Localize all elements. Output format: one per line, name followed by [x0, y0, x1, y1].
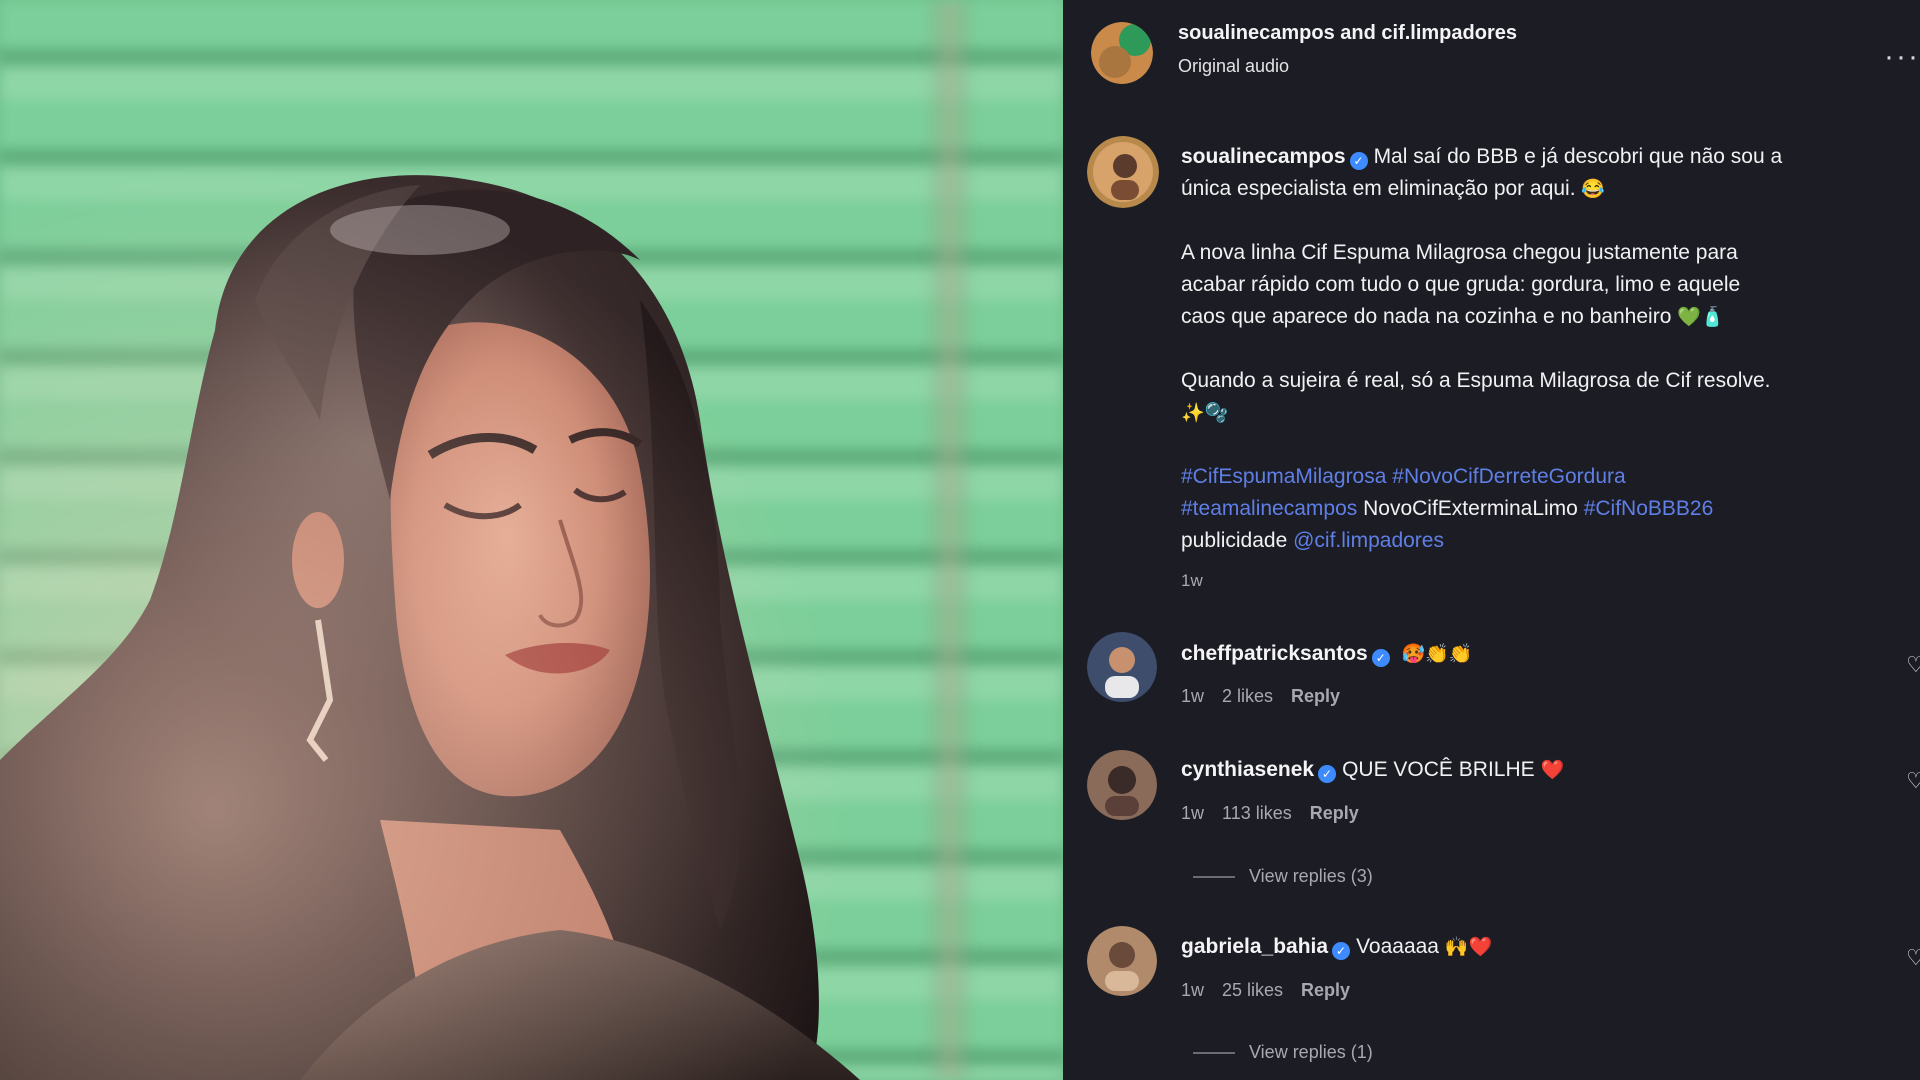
- reel-video[interactable]: [0, 0, 1063, 1080]
- avatar[interactable]: [1087, 632, 1157, 702]
- caption-para2-line-2: acabar rápido com tudo o que gruda: gord…: [1181, 273, 1741, 296]
- heart-outline-icon[interactable]: ♡: [1906, 768, 1920, 793]
- caption-para3-line-1: Quando a sujeira é real, só a Espuma Mil…: [1181, 369, 1771, 392]
- woman-portrait: [0, 0, 1063, 1080]
- comment-emoji: 🙌❤️: [1444, 937, 1493, 958]
- comment-3-meta: 1w 25 likes Reply: [1181, 980, 1350, 1001]
- collab-avatar[interactable]: [1091, 22, 1153, 84]
- caption-para2-line-1: A nova linha Cif Espuma Milagrosa chegou…: [1181, 241, 1738, 264]
- comment-1-body: cheffpatricksantos ✓ 🥵👏👏: [1181, 638, 1473, 671]
- comment-time: 1w: [1181, 803, 1205, 823]
- caption-line-1: soualinecampos ✓ Mal saí do BBB e já desco…: [1181, 141, 1782, 173]
- caption-para2-line-3: caos que aparece do nada na cozinha e no…: [1181, 301, 1725, 334]
- avatar[interactable]: [1087, 136, 1159, 208]
- comment-emoji: 🥵👏👏: [1401, 644, 1473, 665]
- comment-time: 1w: [1181, 980, 1205, 1000]
- heart-outline-icon[interactable]: ♡: [1906, 945, 1920, 970]
- caption-timestamp: 1w: [1181, 571, 1203, 590]
- comment-2-meta: 1w 113 likes Reply: [1181, 803, 1359, 824]
- reply-button[interactable]: Reply: [1291, 686, 1340, 707]
- comment-username[interactable]: cynthiasenek: [1181, 758, 1314, 781]
- laughing-emoji: 😂: [1581, 179, 1606, 200]
- caption-text-2: única especialista em eliminação por aqu…: [1181, 177, 1576, 200]
- caption-username[interactable]: soualinecampos: [1181, 145, 1346, 168]
- view-replies-label[interactable]: View replies (1): [1249, 1042, 1373, 1063]
- verified-badge-icon: ✓: [1332, 942, 1351, 960]
- mention-link[interactable]: @cif.limpadores: [1293, 529, 1444, 552]
- comments-panel: soualinecampos and cif.limpadores Origin…: [1063, 0, 1920, 1080]
- more-horizontal-icon[interactable]: ···: [1884, 40, 1920, 74]
- publicidade-label: publicidade: [1181, 529, 1288, 552]
- comment-1-meta: 1w 2 likes Reply: [1181, 686, 1340, 707]
- caption-para3-line-2: ✨🫧: [1181, 397, 1228, 430]
- view-replies-label[interactable]: View replies (3): [1249, 866, 1373, 887]
- sparkle-bubbles-emoji: ✨🫧: [1181, 403, 1229, 424]
- hashtag-link[interactable]: #CifNoBBB26: [1584, 497, 1714, 520]
- comment-likes[interactable]: 113 likes: [1222, 803, 1292, 824]
- heart-bottle-emoji: 💚🧴: [1677, 307, 1725, 328]
- hashtag-link[interactable]: #CifEspumaMilagrosa: [1181, 465, 1386, 488]
- reel-view: soualinecampos and cif.limpadores Origin…: [0, 0, 1920, 1080]
- avatar[interactable]: [1087, 750, 1157, 820]
- reply-button[interactable]: Reply: [1301, 980, 1350, 1001]
- view-replies-button[interactable]: View replies (3): [1193, 866, 1373, 887]
- comment-text: QUE VOCÊ BRILHE: [1342, 758, 1535, 781]
- comment-2-body: cynthiasenek ✓ QUE VOCÊ BRILHE ❤️: [1181, 754, 1564, 787]
- comment-3-body: gabriela_bahia ✓ Voaaaaa 🙌❤️: [1181, 931, 1492, 964]
- caption-line-2: única especialista em eliminação por aqu…: [1181, 173, 1605, 206]
- hashtag-link[interactable]: #NovoCifDerreteGordura: [1392, 465, 1625, 488]
- verified-badge-icon: ✓: [1349, 152, 1368, 170]
- caption-hashtags-line-1: #CifEspumaMilagrosa #NovoCifDerreteGordu…: [1181, 461, 1626, 493]
- comment-likes[interactable]: 25 likes: [1222, 980, 1283, 1001]
- heart-outline-icon[interactable]: ♡: [1906, 652, 1920, 677]
- reply-button[interactable]: Reply: [1310, 803, 1359, 824]
- verified-badge-icon: ✓: [1318, 765, 1337, 783]
- caption-text-1: Mal saí do BBB e já descobri que não sou…: [1373, 145, 1783, 168]
- comment-text: Voaaaaa: [1356, 935, 1439, 958]
- comment-username[interactable]: cheffpatricksantos: [1181, 642, 1368, 665]
- view-replies-button[interactable]: View replies (1): [1193, 1042, 1373, 1063]
- comment-likes[interactable]: 2 likes: [1222, 686, 1273, 707]
- comment-username[interactable]: gabriela_bahia: [1181, 935, 1328, 958]
- audio-label[interactable]: Original audio: [1178, 56, 1289, 77]
- comment-time: 1w: [1181, 686, 1205, 706]
- red-heart-emoji: ❤️: [1540, 760, 1565, 781]
- caption-hashtags-line-2: #teamalinecampos NovoCifExterminaLimo #C…: [1181, 493, 1713, 525]
- caption-sponsor-line: publicidade @cif.limpadores: [1181, 525, 1444, 557]
- plain-tag-text: NovoCifExterminaLimo: [1363, 497, 1578, 520]
- view-replies-divider: [1193, 1051, 1235, 1054]
- view-replies-divider: [1193, 875, 1235, 878]
- caption-para2-text-3: caos que aparece do nada na cozinha e no…: [1181, 305, 1672, 328]
- hashtag-link[interactable]: #teamalinecampos: [1181, 497, 1357, 520]
- header-title[interactable]: soualinecampos and cif.limpadores: [1178, 22, 1517, 45]
- verified-badge-icon: ✓: [1371, 649, 1390, 667]
- avatar[interactable]: [1087, 926, 1157, 996]
